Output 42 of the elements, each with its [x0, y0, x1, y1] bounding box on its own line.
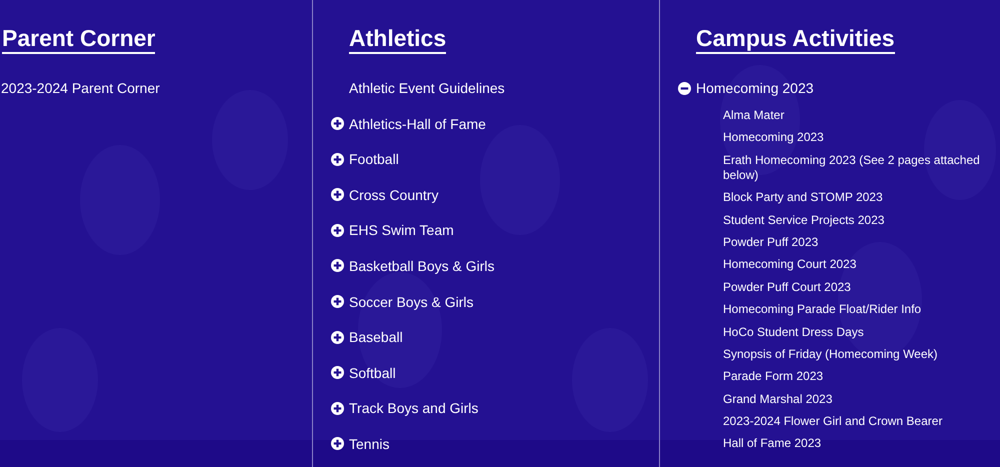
column-heading: Parent Corner [2, 25, 156, 54]
menu-link[interactable]: Athletics-Hall of Fame [349, 114, 486, 134]
submenu-link[interactable]: Powder Puff Court 2023 [723, 280, 993, 295]
expand-icon[interactable] [331, 259, 344, 272]
menu-link[interactable]: Cross Country [349, 184, 438, 205]
menu-link[interactable]: 2023-2024 Parent Corner [1, 78, 312, 98]
menu-link[interactable]: Tennis [349, 434, 390, 454]
expand-icon[interactable] [331, 295, 344, 308]
expand-icon[interactable] [331, 437, 344, 450]
menu-link[interactable]: Football [349, 149, 399, 170]
expand-icon[interactable] [331, 117, 344, 130]
collapse-icon[interactable] [678, 82, 691, 94]
expand-icon[interactable] [331, 152, 344, 166]
menu-link[interactable]: Athletic Event Guidelines [349, 78, 659, 98]
submenu-link[interactable]: Student Service Projects 2023 [723, 212, 993, 228]
submenu-link[interactable]: Homecoming 2023 [723, 130, 993, 146]
column-heading: Campus Activities [696, 25, 895, 54]
submenu-link[interactable]: Homecoming Parade Float/Rider Info [723, 302, 993, 318]
expand-icon[interactable] [331, 402, 344, 415]
menu-link[interactable]: Soccer Boys & Girls [349, 292, 474, 312]
submenu-link[interactable]: 2023-2024 Flower Girl and Crown Bearer [723, 414, 993, 430]
submenu-link[interactable]: Powder Puff 2023 [723, 234, 993, 250]
submenu-link[interactable]: Block Party and STOMP 2023 [723, 190, 993, 206]
expand-icon[interactable] [331, 224, 344, 237]
menu-link[interactable]: Softball [349, 362, 396, 383]
submenu-link[interactable]: HoCo Student Dress Days [723, 324, 993, 340]
menu-link[interactable]: Homecoming 2023 [696, 78, 814, 98]
expand-icon[interactable] [331, 366, 344, 380]
menu-link[interactable]: Basketball Boys & Girls [349, 256, 494, 276]
menu-link[interactable]: EHS Swim Team [349, 220, 454, 240]
submenu-link[interactable]: Grand Marshal 2023 [723, 392, 993, 407]
column-heading: Athletics [349, 25, 446, 54]
submenu-link[interactable]: Erath Homecoming 2023 (See 2 pages attached below) [723, 152, 993, 183]
expand-icon[interactable] [331, 188, 344, 202]
submenu-link[interactable]: Homecoming Court 2023 [723, 257, 993, 272]
menu-link[interactable]: Baseball [349, 327, 403, 348]
expand-icon[interactable] [331, 330, 344, 344]
submenu-link[interactable]: Parade Form 2023 [723, 369, 993, 384]
submenu-link[interactable]: Alma Mater [723, 108, 993, 123]
submenu-link[interactable]: Synopsis of Friday (Homecoming Week) [723, 346, 993, 362]
menu-link[interactable]: Track Boys and Girls [349, 398, 478, 418]
submenu-link[interactable]: Hall of Fame 2023 [723, 436, 993, 452]
